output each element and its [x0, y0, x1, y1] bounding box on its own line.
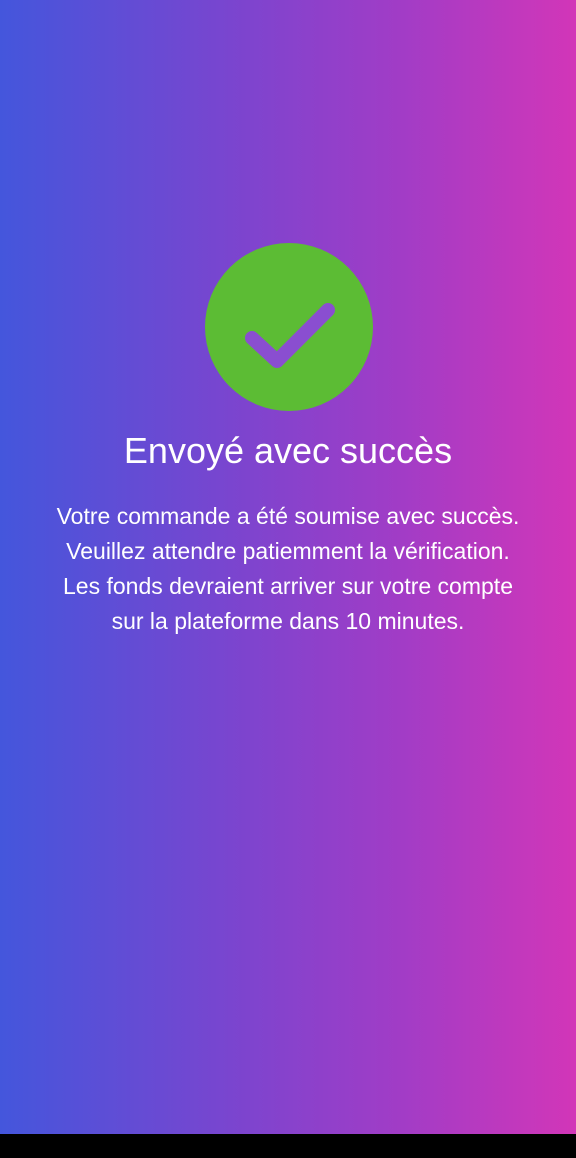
success-title: Envoyé avec succès	[123, 430, 453, 471]
success-page: Envoyé avec succès Votre commande a été …	[0, 0, 576, 1134]
check-circle-icon	[205, 243, 373, 411]
success-message: Votre commande a été soumise avec succès…	[56, 503, 520, 634]
screen: Envoyé avec succès Votre commande a été …	[0, 0, 576, 1158]
system-navigation-bar	[0, 1134, 576, 1158]
checkmark-icon	[245, 303, 335, 368]
